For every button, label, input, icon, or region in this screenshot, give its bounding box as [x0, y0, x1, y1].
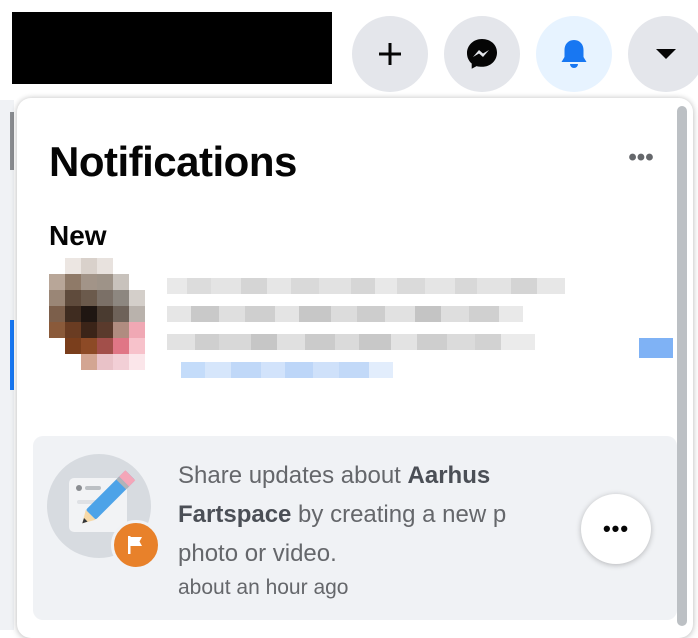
- background-page-edge: [0, 100, 14, 630]
- flag-icon: [111, 520, 161, 570]
- notifications-panel: Notifications ••• New Share updates abou…: [17, 98, 693, 638]
- messenger-button[interactable]: [444, 16, 520, 92]
- notification-timestamp: about an hour ago: [178, 576, 349, 599]
- caret-down-icon: [656, 49, 676, 59]
- page-name-continued: Fartspace: [178, 501, 292, 528]
- redacted-area: [12, 12, 332, 84]
- notification-text: Share updates about Aarhus Fartspace by …: [178, 462, 507, 567]
- notification-more-button[interactable]: •••: [581, 494, 651, 564]
- create-button[interactable]: [352, 16, 428, 92]
- account-menu-button[interactable]: [628, 16, 698, 92]
- notification-item[interactable]: Share updates about Aarhus Fartspace by …: [33, 436, 677, 620]
- more-options-button[interactable]: •••: [621, 140, 661, 176]
- page-name: Aarhus: [407, 462, 491, 489]
- messenger-icon: [467, 39, 497, 69]
- avatar-pixelated: [49, 258, 145, 370]
- unread-indicator: [639, 338, 673, 358]
- scrollbar[interactable]: [677, 106, 687, 626]
- redacted-text: [167, 278, 565, 390]
- bell-icon: [561, 40, 587, 68]
- section-heading-new: New: [49, 220, 107, 251]
- plus-icon: [379, 43, 401, 65]
- notifications-button[interactable]: [536, 16, 612, 92]
- panel-title: Notifications: [49, 138, 297, 185]
